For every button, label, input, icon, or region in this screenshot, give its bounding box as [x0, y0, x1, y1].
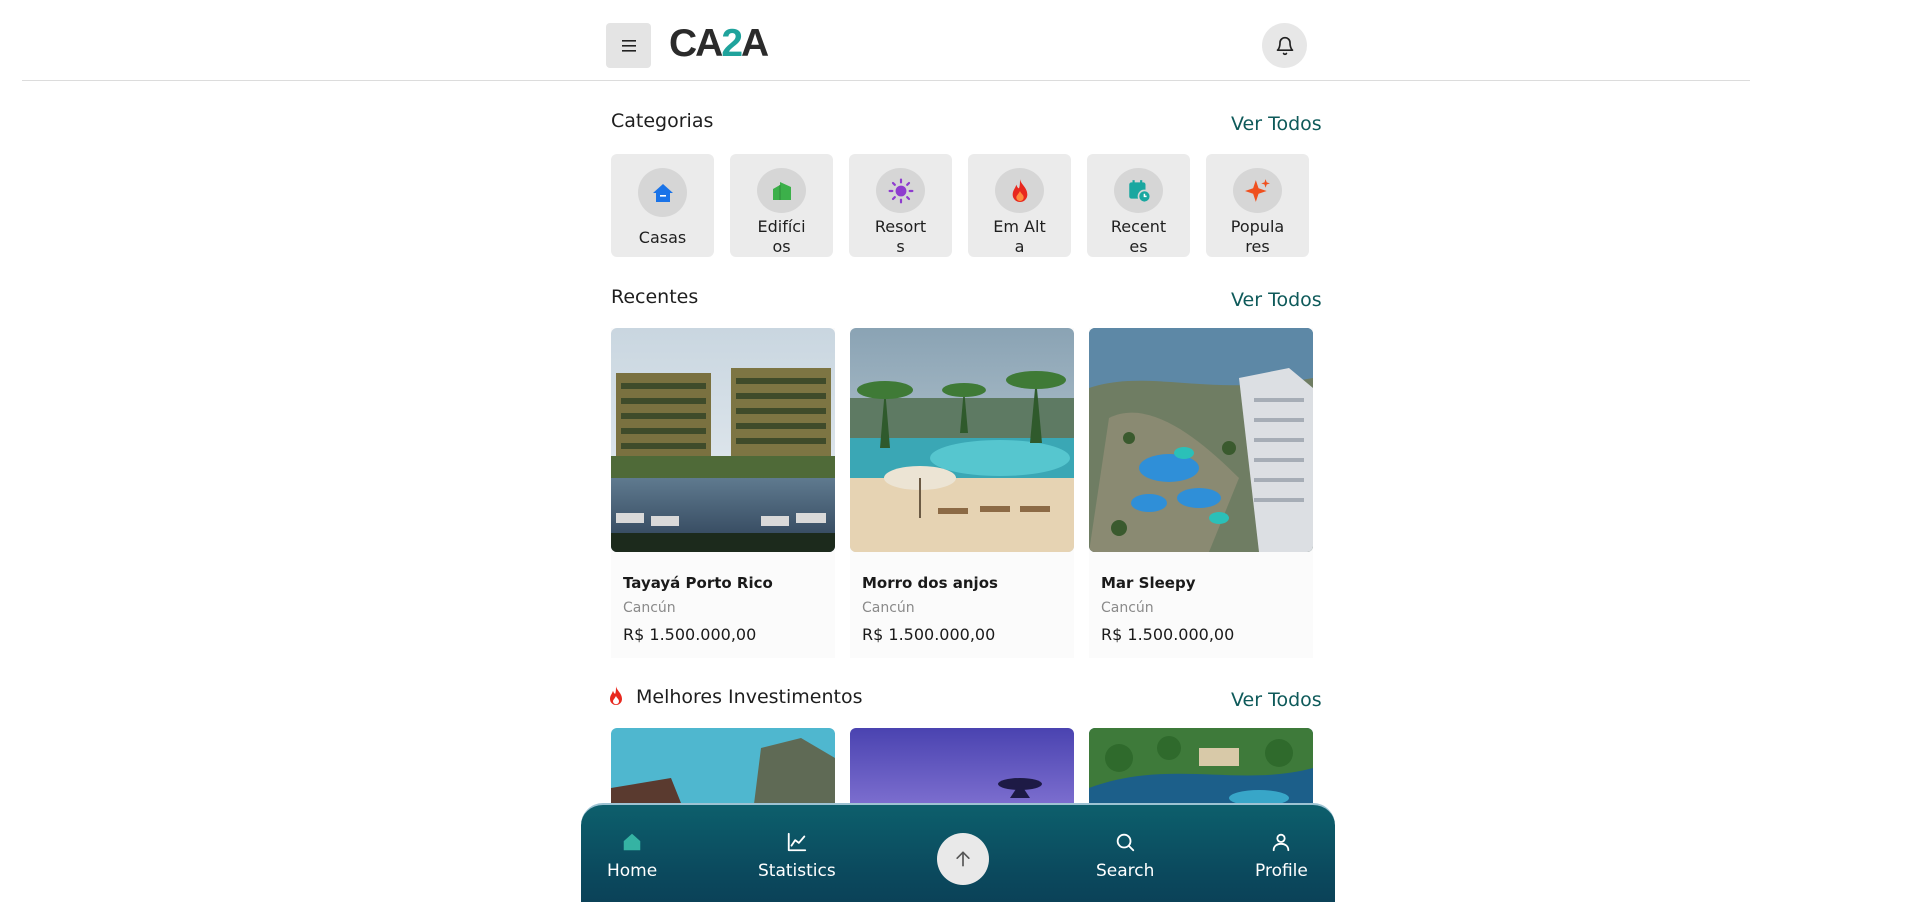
building-icon — [772, 181, 791, 200]
category-label: Populares — [1230, 217, 1285, 256]
scroll-top-button[interactable] — [937, 833, 989, 885]
nav-label: Profile — [1255, 861, 1308, 881]
property-photo — [850, 328, 1074, 552]
recentes-title: Recentes — [611, 286, 699, 308]
user-icon — [1273, 833, 1290, 852]
property-card[interactable]: Mar Sleepy Cancún R$ 1.500.000,00 — [1089, 328, 1313, 658]
nav-home[interactable]: Home — [607, 831, 657, 881]
property-name: Tayayá Porto Rico — [623, 574, 773, 592]
sparkle-icon — [1244, 178, 1270, 202]
property-location: Cancún — [623, 600, 676, 616]
flame-icon — [1012, 178, 1027, 202]
category-icon-wrap — [876, 168, 925, 213]
category-icon-wrap — [1233, 168, 1282, 213]
bell-icon — [1276, 36, 1293, 55]
property-name: Mar Sleepy — [1101, 574, 1196, 592]
property-price: R$ 1.500.000,00 — [623, 625, 757, 644]
category-label: Recentes — [1110, 217, 1167, 256]
categories-title: Categorias — [611, 110, 714, 132]
logo-part-3: A — [741, 22, 769, 65]
nav-label: Statistics — [758, 861, 836, 881]
property-card[interactable]: Tayayá Porto Rico Cancún R$ 1.500.000,00 — [611, 328, 835, 658]
notifications-button[interactable] — [1262, 23, 1307, 68]
category-edificios[interactable]: Edifícios — [730, 154, 833, 257]
nav-search[interactable]: Search — [1096, 831, 1154, 881]
property-price: R$ 1.500.000,00 — [1101, 625, 1235, 644]
logo-part-2: 2 — [721, 22, 743, 65]
property-photo — [1089, 328, 1313, 552]
nav-label: Home — [607, 861, 658, 881]
categories-see-all-link[interactable]: Ver Todos — [1231, 113, 1322, 135]
sun-icon — [888, 178, 913, 203]
home-icon — [623, 833, 641, 851]
menu-button[interactable] — [606, 23, 651, 68]
category-icon-wrap — [757, 168, 806, 213]
calendar-clock-icon — [1128, 179, 1151, 203]
flame-icon — [610, 686, 622, 705]
category-casas[interactable]: Casas — [611, 154, 714, 257]
nav-profile[interactable]: Profile — [1255, 831, 1308, 881]
property-card[interactable]: Morro dos anjos Cancún R$ 1.500.000,00 — [850, 328, 1074, 658]
arrow-up-icon — [956, 851, 970, 867]
app-logo[interactable]: CA 2 A — [669, 22, 769, 66]
property-name: Morro dos anjos — [862, 574, 998, 592]
chart-line-icon — [787, 832, 807, 852]
category-icon-wrap — [995, 168, 1044, 213]
nav-label: Search — [1096, 861, 1155, 881]
category-em-alta[interactable]: Em Alta — [968, 154, 1071, 257]
property-price: R$ 1.500.000,00 — [862, 625, 996, 644]
search-icon — [1116, 833, 1135, 852]
recentes-see-all-link[interactable]: Ver Todos — [1231, 289, 1322, 311]
category-icon-wrap — [638, 168, 687, 217]
hamburger-icon — [621, 39, 636, 52]
bottom-navigation: Home Statistics Search Profile — [581, 803, 1335, 902]
house-icon — [652, 183, 673, 202]
logo-part-1: CA — [669, 22, 723, 65]
property-location: Cancún — [862, 600, 915, 616]
category-label: Edifícios — [757, 217, 806, 256]
category-populares[interactable]: Populares — [1206, 154, 1309, 257]
category-recentes[interactable]: Recentes — [1087, 154, 1190, 257]
category-label: Em Alta — [993, 217, 1046, 256]
property-photo — [611, 328, 835, 552]
category-resorts[interactable]: Resorts — [849, 154, 952, 257]
category-icon-wrap — [1114, 168, 1163, 213]
category-label: Resorts — [874, 217, 927, 256]
nav-statistics[interactable]: Statistics — [758, 831, 836, 881]
header-divider — [22, 80, 1750, 81]
investimentos-title: Melhores Investimentos — [636, 686, 863, 708]
category-label: Casas — [638, 228, 687, 247]
property-location: Cancún — [1101, 600, 1154, 616]
investimentos-see-all-link[interactable]: Ver Todos — [1231, 689, 1322, 711]
